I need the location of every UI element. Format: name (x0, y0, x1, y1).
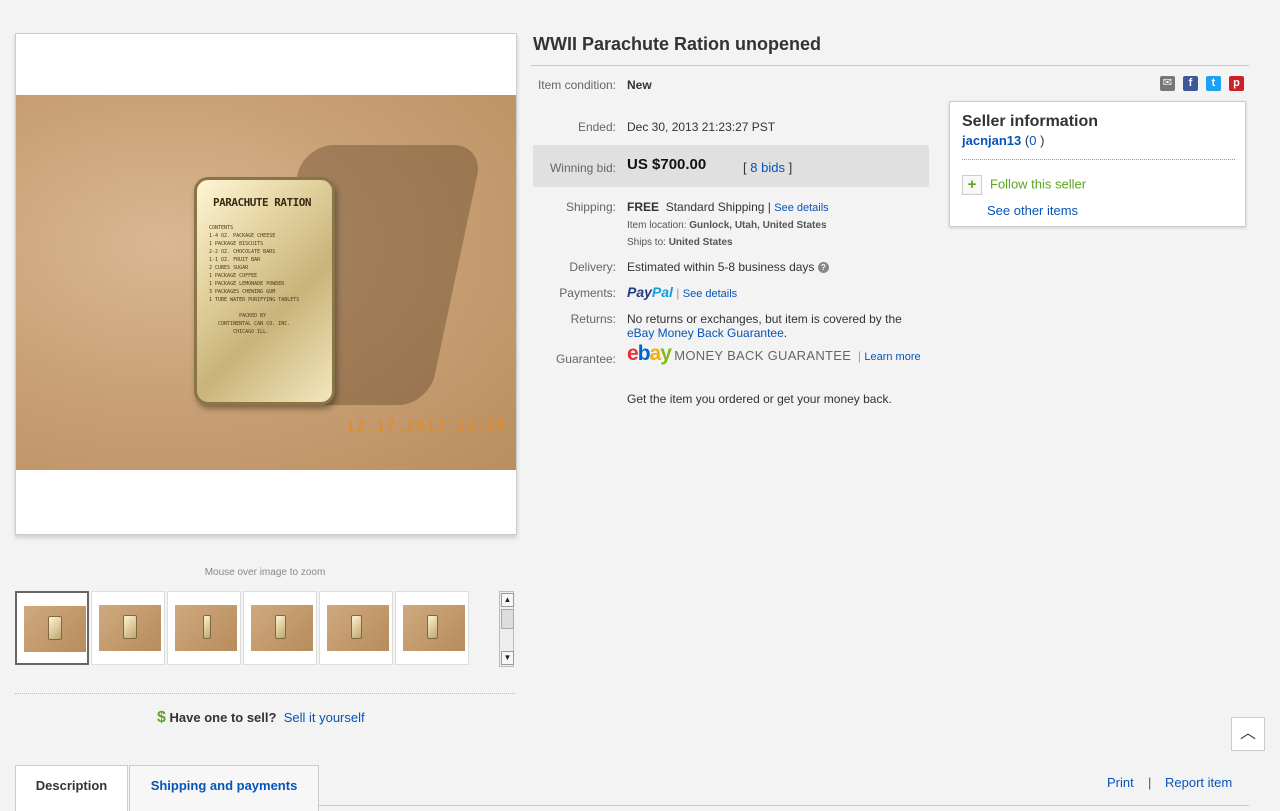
thumbnail-image (24, 606, 86, 652)
money-back-guarantee-text: MONEY BACK GUARANTEE (674, 348, 852, 363)
title-divider (531, 65, 1249, 66)
scroll-up-icon[interactable]: ▲ (501, 593, 514, 607)
thumbnail-5[interactable] (319, 591, 393, 665)
delivery-value: Estimated within 5-8 business days ? (627, 260, 829, 274)
thumbnail-scrollbar[interactable]: ▲ ▼ (499, 591, 514, 667)
shipping-free: FREE (627, 200, 660, 214)
ended-label: Ended: (577, 120, 616, 134)
divider (15, 693, 515, 694)
scroll-down-icon[interactable]: ▼ (501, 651, 514, 665)
thumbnail-image (403, 605, 465, 651)
seller-divider (962, 159, 1235, 160)
sell-question: Have one to sell? (169, 710, 277, 725)
help-icon[interactable]: ? (817, 262, 829, 274)
item-location: Item location: Gunlock, Utah, United Sta… (627, 219, 827, 233)
thumbnail-image (327, 605, 389, 651)
guarantee-value: ebay MONEY BACK GUARANTEE | Learn more (627, 342, 921, 365)
print-link[interactable]: Print (1107, 775, 1134, 790)
condition-value: New (627, 78, 652, 92)
bids-link[interactable]: 8 bids (750, 160, 785, 175)
sell-promo: $ Have one to sell? Sell it yourself (157, 709, 365, 727)
delivery-label: Delivery: (569, 260, 616, 274)
shipping-see-details-link[interactable]: See details (774, 202, 828, 214)
ended-value: Dec 30, 2013 21:23:27 PST (627, 120, 776, 134)
guarantee-note: Get the item you ordered or get your mon… (627, 392, 892, 406)
sell-it-yourself-link[interactable]: Sell it yourself (284, 710, 365, 725)
photo-date-stamp: 12.17.2013 23:35 (346, 417, 507, 435)
bid-count: [ 8 bids ] (743, 161, 792, 175)
condition-label: Item condition: (537, 78, 616, 92)
returns-value: No returns or exchanges, but item is cov… (627, 312, 902, 340)
thumbnail-1[interactable] (15, 591, 89, 665)
thumbnail-image (175, 605, 237, 651)
payments-see-details-link[interactable]: See details (683, 288, 737, 300)
seller-heading: Seller information (962, 113, 1099, 130)
tab-divider (318, 805, 1249, 806)
see-other-items-link[interactable]: See other items (987, 203, 1078, 218)
tab-description[interactable]: Description (15, 765, 128, 811)
thumbnail-4[interactable] (243, 591, 317, 665)
bracket-open: [ (743, 160, 747, 175)
shipping-label: Shipping: (565, 200, 616, 214)
tab-shipping-and-payments[interactable]: Shipping and payments (129, 765, 319, 811)
follow-seller-label: Follow this seller (990, 176, 1087, 192)
learn-more-link[interactable]: Learn more (864, 351, 920, 363)
returns-text: No returns or exchanges, but item is cov… (627, 312, 902, 326)
dollar-icon: $ (157, 709, 166, 726)
item-location-value: Gunlock, Utah, United States (689, 220, 827, 231)
paypal-logo: PayPal (627, 284, 673, 300)
email-share-icon[interactable]: ✉ (1160, 76, 1175, 91)
thumbnail-3[interactable] (167, 591, 241, 665)
guarantee-label: Guarantee: (555, 352, 616, 366)
feedback-close: ) (1040, 133, 1045, 148)
winning-bid-value: US $700.00 (627, 156, 707, 173)
item-location-label: Item location: (627, 220, 687, 231)
seller-name-line: jacnjan13 (0 ) (962, 133, 1044, 148)
returns-label: Returns: (570, 312, 616, 326)
seller-name-link[interactable]: jacnjan13 (962, 133, 1021, 148)
delivery-text: Estimated within 5-8 business days (627, 260, 815, 274)
follow-seller-button[interactable]: + Follow this seller (962, 175, 1086, 195)
tin-title: PARACHUTE RATION (213, 196, 311, 209)
tin-contents: CONTENTS 1-4 OZ. PACKAGE CHEESE 1 PACKAG… (209, 225, 300, 335)
ration-tin: PARACHUTE RATION CONTENTS 1-4 OZ. PACKAG… (194, 177, 335, 405)
feedback-score-link[interactable]: 0 (1029, 133, 1036, 148)
twitter-share-icon[interactable]: t (1206, 76, 1221, 91)
seller-info-box: Seller information jacnjan13 (0 ) + Follo… (949, 101, 1246, 227)
zoom-hint: Mouse over image to zoom (204, 567, 326, 578)
shipping-method: Standard Shipping | (665, 200, 771, 214)
thumbnail-image (251, 605, 313, 651)
winning-bid-label: Winning bid: (549, 161, 616, 175)
scroll-thumb[interactable] (501, 609, 514, 629)
payments-value: PayPal | See details (627, 284, 738, 300)
report-link-wrap: Report item (1165, 775, 1232, 790)
footer-separator: | (1148, 775, 1152, 790)
main-image-panel[interactable]: PARACHUTE RATION CONTENTS 1-4 OZ. PACKAG… (15, 33, 517, 535)
pinterest-share-icon[interactable]: p (1229, 76, 1244, 91)
print-link-wrap: Print (1107, 775, 1134, 790)
payments-label: Payments: (559, 286, 616, 300)
ships-to: Ships to: United States (627, 236, 733, 250)
back-to-top-button[interactable]: ︿ (1231, 717, 1265, 751)
report-item-link[interactable]: Report item (1165, 775, 1232, 790)
ships-to-value: United States (668, 237, 733, 248)
chevron-up-icon: ︿ (1239, 725, 1256, 742)
plus-icon: + (962, 175, 982, 195)
thumbnail-6[interactable] (395, 591, 469, 665)
page-title: WWII Parachute Ration unopened (533, 34, 822, 54)
ebay-logo: ebay (627, 342, 672, 365)
product-photo[interactable]: PARACHUTE RATION CONTENTS 1-4 OZ. PACKAG… (16, 95, 516, 470)
bracket-close: ] (788, 160, 793, 175)
thumbnail-image (99, 605, 161, 651)
money-back-guarantee-link[interactable]: eBay Money Back Guarantee (627, 326, 784, 340)
shipping-value: FREE Standard Shipping | See details (627, 200, 829, 215)
thumbnail-2[interactable] (91, 591, 165, 665)
facebook-share-icon[interactable]: f (1183, 76, 1198, 91)
ships-to-label: Ships to: (627, 237, 666, 248)
